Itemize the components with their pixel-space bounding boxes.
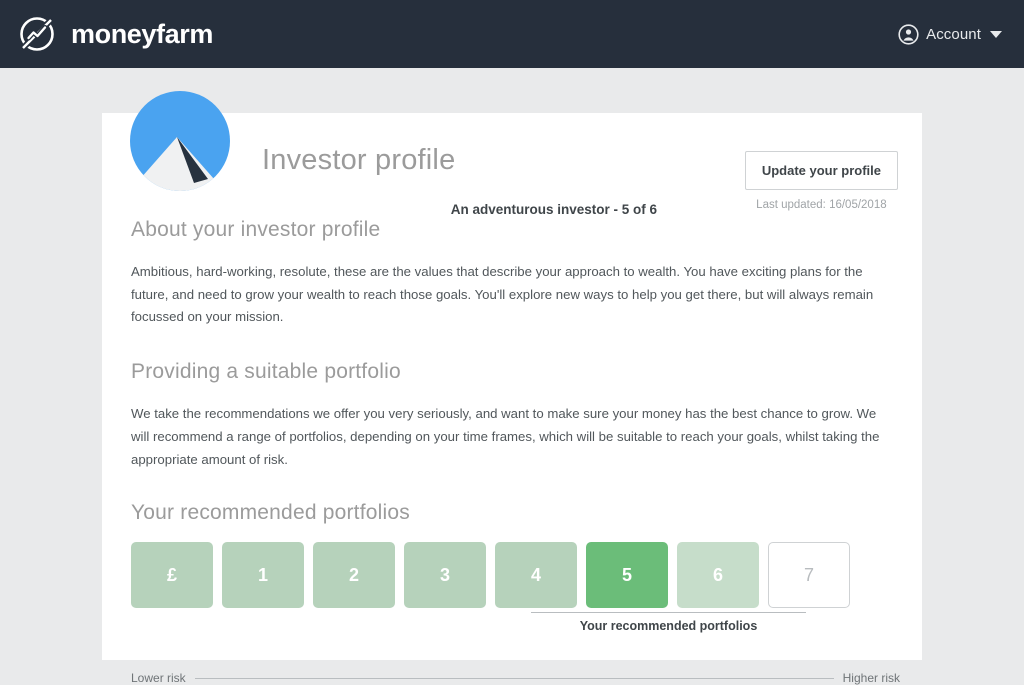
profile-header: Investor profile Update your profile Las… (262, 141, 898, 211)
portfolio-tile-unavailable[interactable]: 7 (768, 542, 850, 609)
portfolio-scale: £ 1 2 3 4 5 6 7 (131, 542, 900, 609)
brand-logo[interactable]: moneyfarm (16, 13, 213, 55)
recommended-range-marker: Your recommended portfolios (131, 612, 900, 642)
page-title: Investor profile (262, 144, 456, 176)
profile-title-block: Investor profile (262, 141, 455, 177)
portfolio-tile[interactable]: 6 (677, 542, 759, 609)
recommended-range-line (531, 612, 806, 614)
moneyfarm-logo-icon (16, 13, 58, 55)
profile-subtitle: An adventurous investor - 5 of 6 (450, 202, 657, 217)
section-heading-recommended: Your recommended portfolios (131, 501, 410, 525)
section-heading-about: About your investor profile (131, 218, 381, 241)
chevron-down-icon[interactable] (990, 30, 1002, 38)
update-profile-button[interactable]: Update your profile (744, 151, 898, 190)
last-updated-text: Last updated: 16/05/2018 (756, 199, 887, 211)
portfolio-tile[interactable]: 1 (222, 542, 304, 609)
account-circle-icon (898, 23, 919, 45)
risk-scale-low-label: Lower risk (131, 671, 186, 685)
account-menu[interactable]: Account (898, 23, 1002, 45)
portfolio-tile[interactable]: 2 (313, 542, 395, 609)
risk-scale: Lower risk Higher risk (131, 671, 900, 685)
account-label: Account (926, 25, 981, 43)
top-navigation-bar: moneyfarm Account (0, 0, 1024, 68)
risk-scale-high-label: Higher risk (842, 671, 900, 685)
profile-actions: Update your profile Last updated: 16/05/… (744, 141, 898, 211)
section-heading-portfolio: Providing a suitable portfolio (131, 360, 401, 384)
mountain-avatar-icon (130, 91, 230, 191)
portfolio-tile[interactable]: 4 (495, 542, 577, 609)
portfolio-tile-selected[interactable]: 5 (586, 542, 668, 609)
portfolio-tile[interactable]: £ (131, 542, 213, 609)
recommended-range-label: Your recommended portfolios (579, 619, 758, 634)
card-content: About your investor profile Ambitious, h… (131, 218, 900, 685)
brand-name: moneyfarm (71, 18, 213, 49)
section-body-about: Ambitious, hard-working, resolute, these… (131, 264, 874, 325)
section-body-portfolio: We take the recommendations we offer you… (131, 406, 880, 467)
investor-profile-card: Investor profile Update your profile Las… (102, 91, 922, 685)
portfolio-tile[interactable]: 3 (404, 542, 486, 609)
